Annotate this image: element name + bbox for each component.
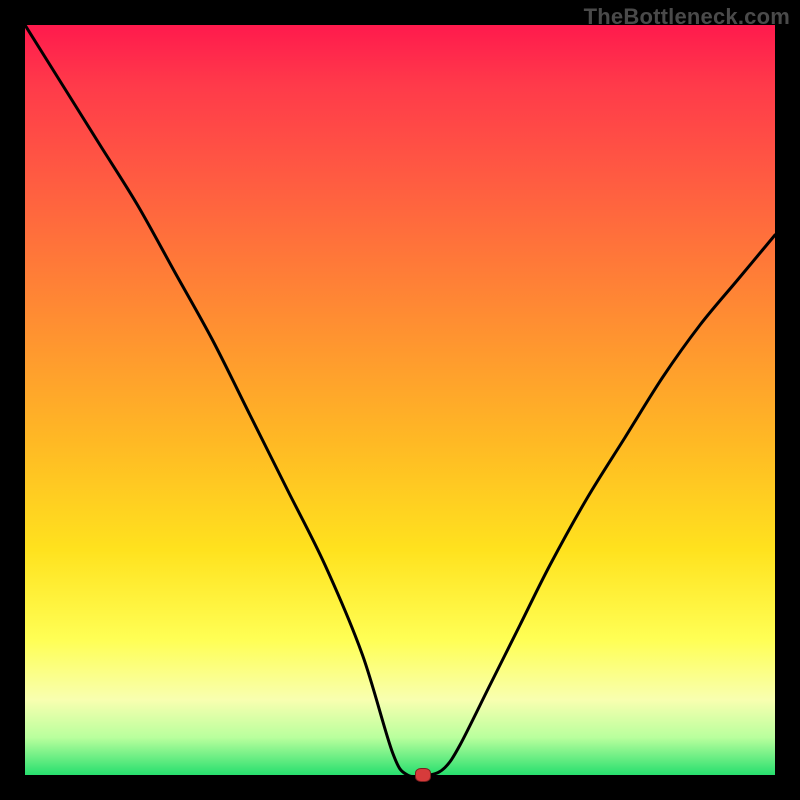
curve-svg [25, 25, 775, 775]
chart-container: TheBottleneck.com [0, 0, 800, 800]
plot-frame [25, 25, 775, 775]
bottleneck-curve-path [25, 25, 775, 775]
watermark-text: TheBottleneck.com [584, 4, 790, 30]
optimum-marker [415, 768, 431, 782]
